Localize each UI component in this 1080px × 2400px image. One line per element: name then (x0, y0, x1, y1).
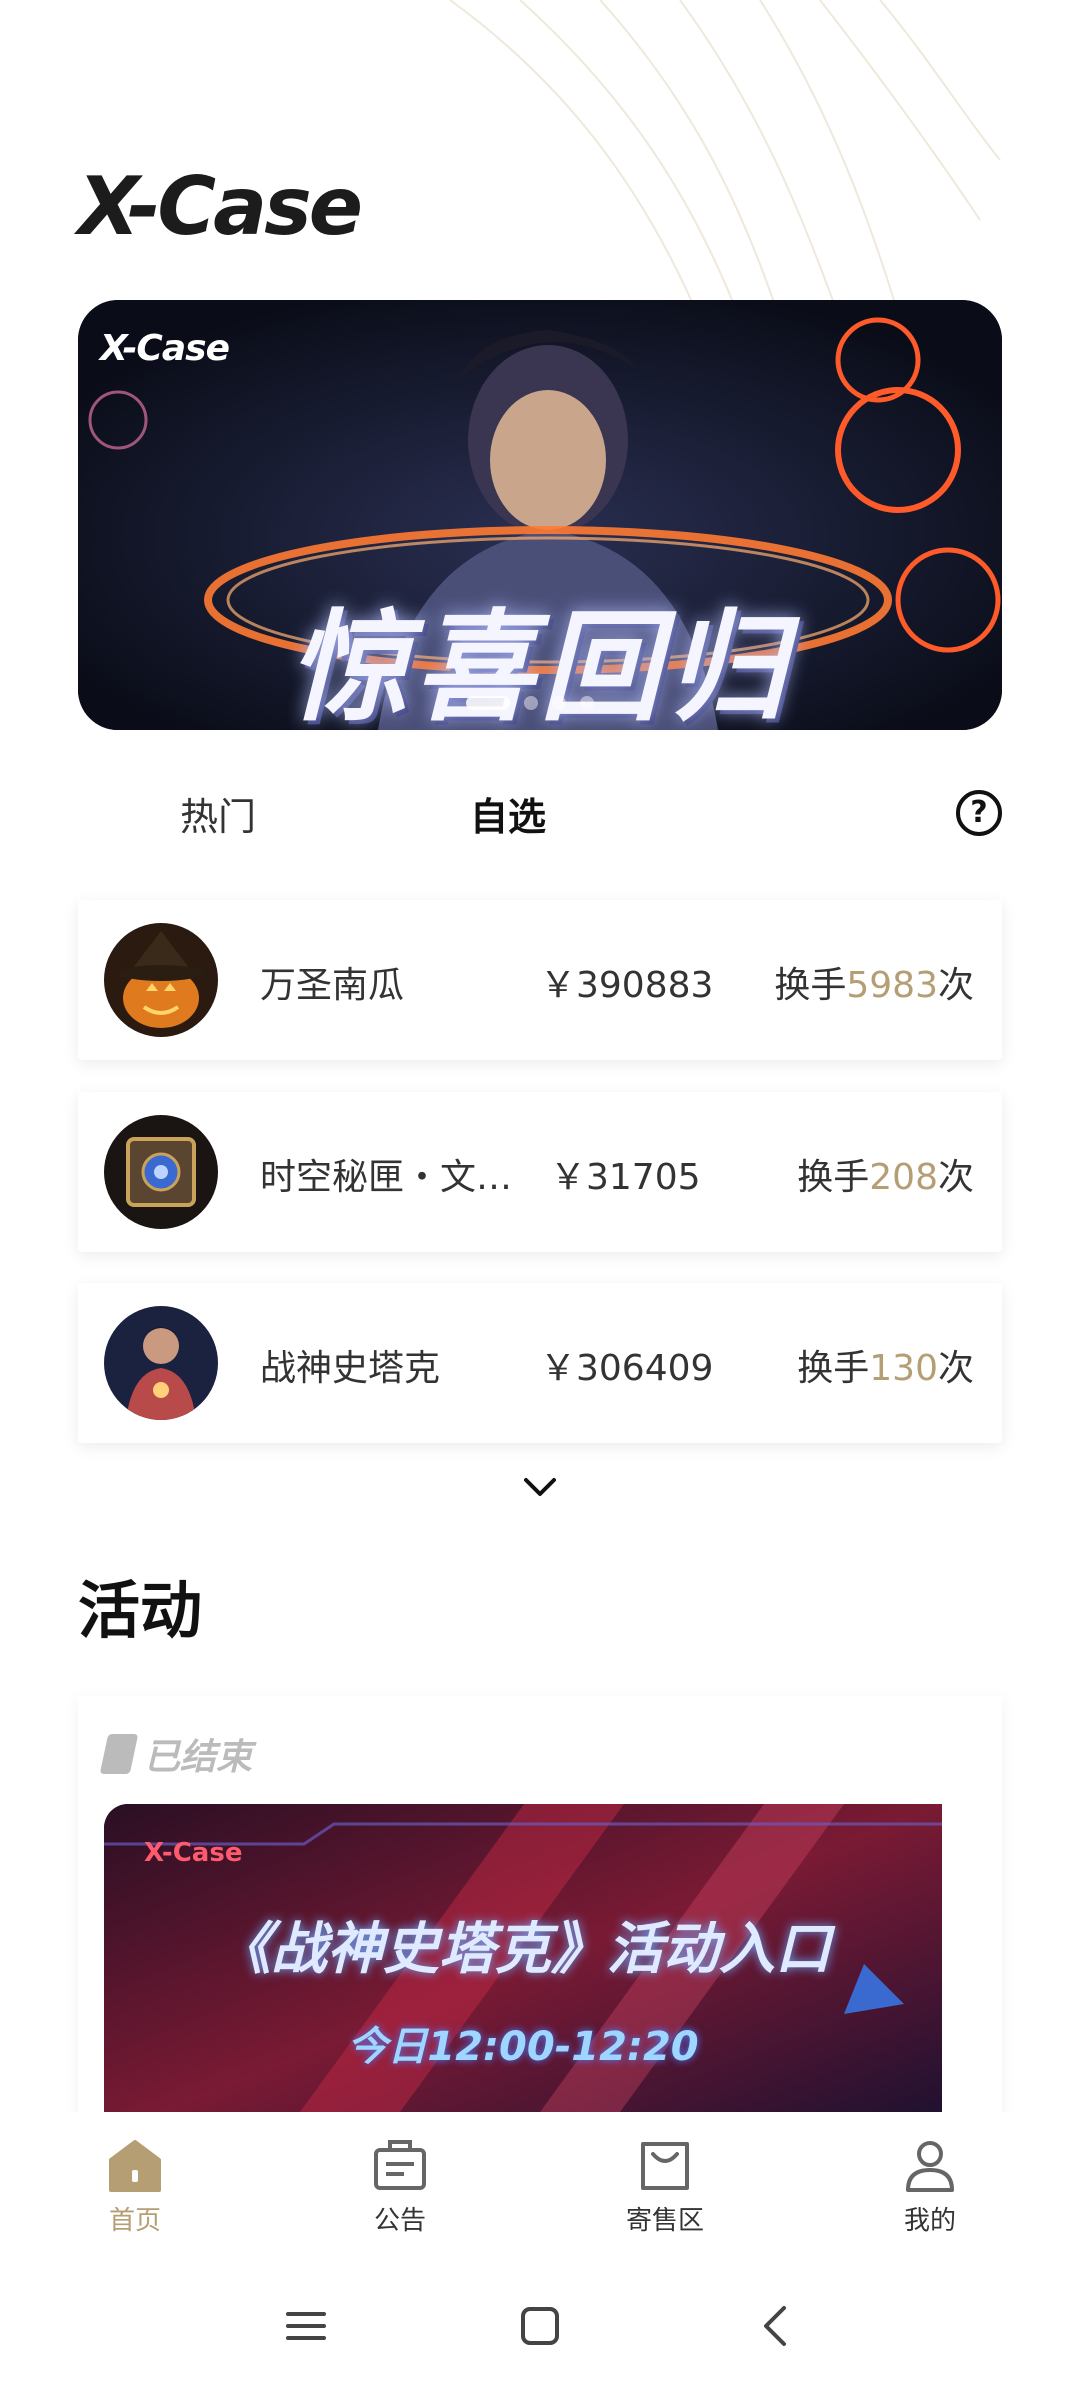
status-badge: 已结束 (99, 1728, 253, 1780)
nav-announcement-label: 公告 (373, 2206, 426, 2236)
nav-home-label: 首页 (108, 2206, 161, 2236)
activity-card[interactable]: 已结束 X-Case 《战神史塔克》活动入口 今日12:00-12:20 (78, 1696, 1002, 2116)
ended-icon (99, 1734, 139, 1774)
nav-consignment[interactable]: 寄售区 (595, 2136, 735, 2237)
activity-title: 《战神史塔克》活动入口 (215, 1917, 831, 1982)
item-trade-count: 换手208次 (797, 1157, 974, 1198)
bag-icon (641, 2142, 689, 2190)
activity-banner[interactable]: X-Case 《战神史塔克》活动入口 今日12:00-12:20 (104, 1804, 942, 2116)
tab-watchlist[interactable]: 自选 (470, 786, 546, 841)
list-item[interactable]: 时空秘匣・文… ￥31705 换手208次 (78, 1092, 1002, 1252)
carousel-dot (552, 696, 566, 710)
promo-banner[interactable]: X-Case 惊喜回归 (78, 300, 1002, 730)
nav-announcement[interactable]: 公告 (330, 2136, 470, 2237)
home-square-icon[interactable] (510, 2296, 570, 2356)
nav-consignment-label: 寄售区 (625, 2206, 704, 2236)
item-trade-count: 换手130次 (797, 1348, 974, 1389)
item-name: 万圣南瓜 (260, 965, 405, 1006)
item-price: ￥306409 (540, 1348, 714, 1389)
list-tabs: 热门 自选 ? (78, 780, 1002, 850)
nav-profile-label: 我的 (903, 2206, 956, 2236)
pumpkin-icon (104, 923, 218, 1037)
announcement-icon (374, 2140, 426, 2190)
item-name: 战神史塔克 (260, 1348, 441, 1389)
list-item[interactable]: 万圣南瓜 ￥390883 换手5983次 (78, 900, 1002, 1060)
mystery-box-icon (104, 1115, 218, 1229)
bottom-nav: 首页 公告 寄售区 我的 (0, 2112, 1080, 2252)
back-icon[interactable] (746, 2296, 806, 2356)
activity-time: 今日12:00-12:20 (347, 2024, 699, 2070)
home-icon (109, 2140, 161, 2192)
section-title-activity: 活动 (78, 1574, 203, 1647)
nav-profile[interactable]: 我的 (860, 2136, 1000, 2237)
item-trade-count: 换手5983次 (774, 965, 974, 1006)
carousel-dot (524, 696, 538, 710)
carousel-dot-active (466, 696, 510, 710)
item-price: ￥390883 (540, 965, 714, 1006)
system-nav-bar (0, 2252, 1080, 2400)
menu-icon[interactable] (276, 2296, 336, 2356)
item-name: 时空秘匣・文… (260, 1157, 513, 1198)
tab-hot[interactable]: 热门 (180, 786, 256, 841)
status-label: 已结束 (144, 1737, 253, 1778)
app-logo: X-Case (78, 160, 363, 253)
help-icon[interactable]: ? (956, 790, 1002, 836)
banner-logo: X-Case (100, 328, 230, 369)
carousel-dot (580, 696, 594, 710)
nav-home[interactable]: 首页 (65, 2136, 205, 2237)
chevron-down-icon[interactable] (522, 1476, 558, 1500)
profile-icon (906, 2141, 954, 2192)
activity-logo: X-Case (144, 1838, 243, 1868)
item-price: ￥31705 (550, 1157, 701, 1198)
list-item[interactable]: 战神史塔克 ￥306409 换手130次 (78, 1283, 1002, 1443)
hero-icon (104, 1306, 218, 1420)
carousel-indicator (466, 696, 594, 710)
